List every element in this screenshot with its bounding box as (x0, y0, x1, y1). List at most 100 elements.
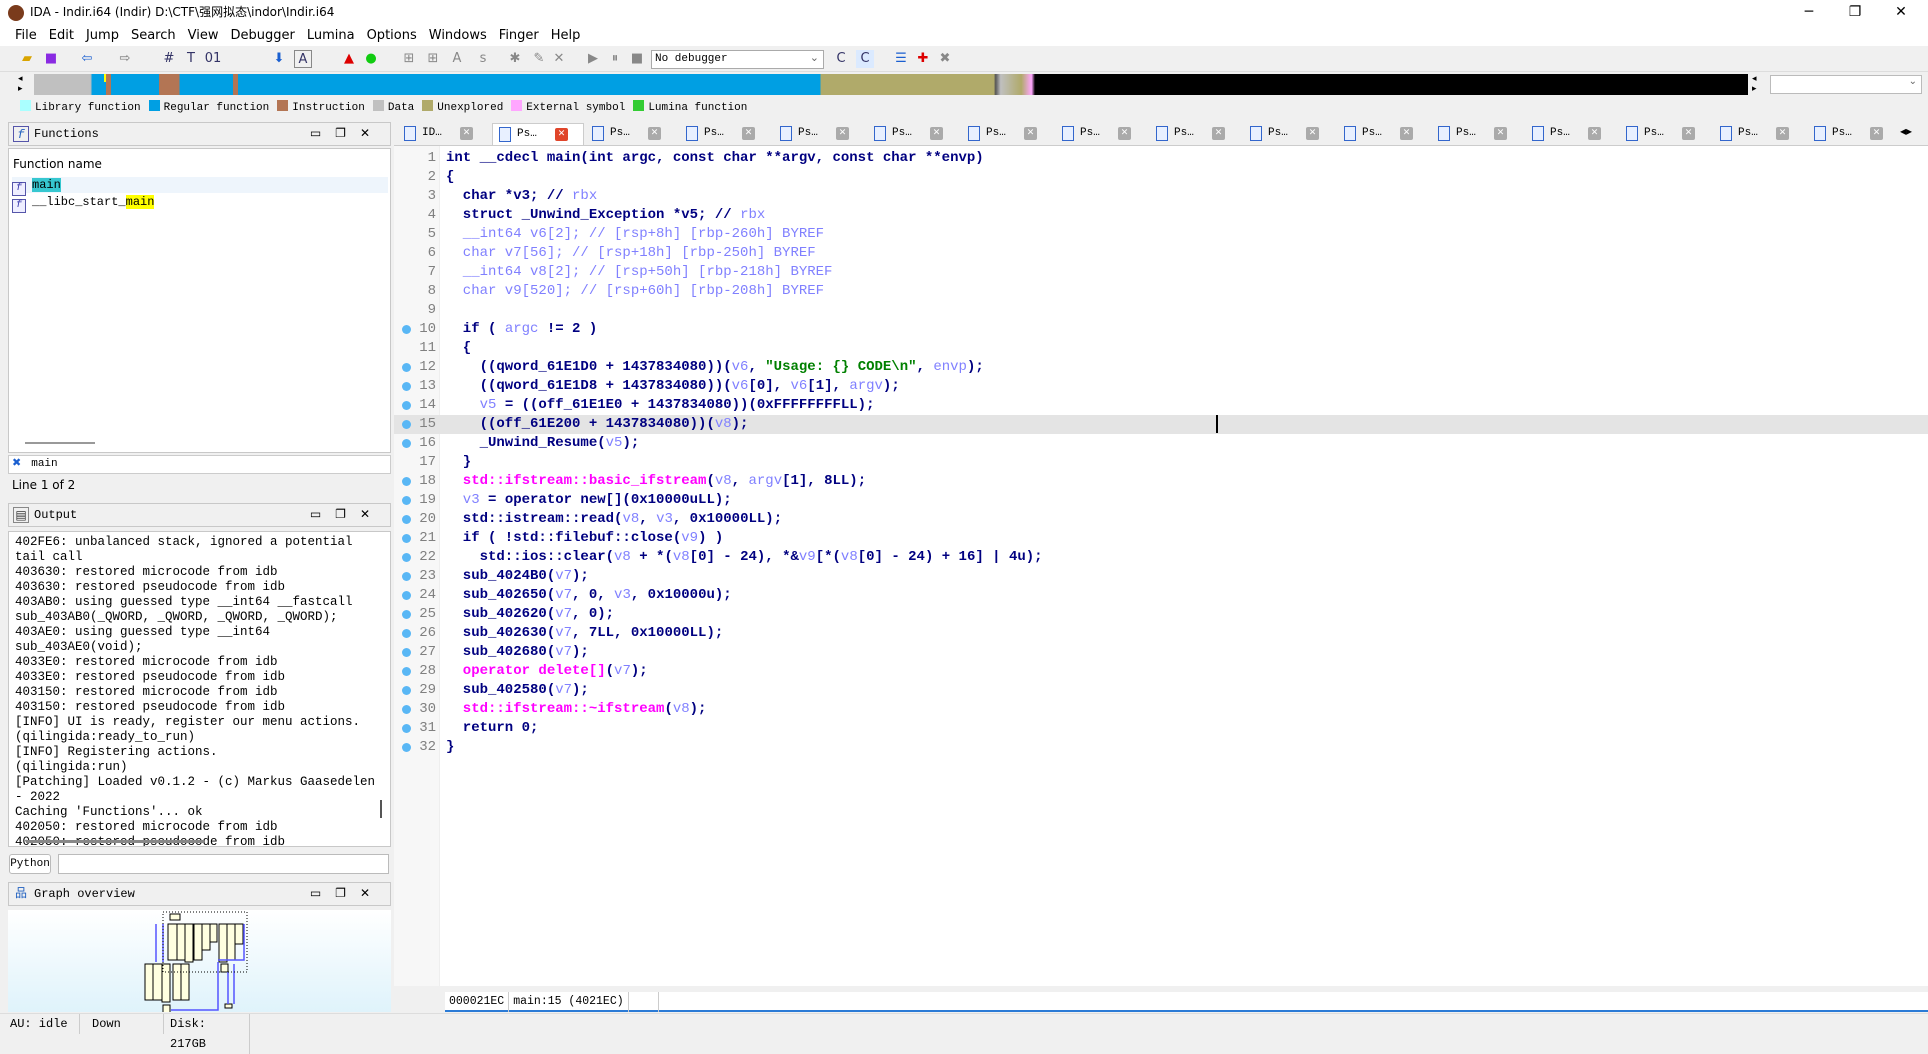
tab-pseudocode-14[interactable]: Ps… ✕ (1714, 123, 1806, 145)
tab-close-icon[interactable]: ✕ (1870, 127, 1883, 140)
code-line[interactable]: 21 if ( !std::filebuf::close(v9) ) (394, 529, 1928, 548)
menu-jump[interactable]: Jump (80, 27, 125, 45)
start-debug-icon[interactable]: ▶ (584, 50, 602, 68)
code-line[interactable]: 20 std::istream::read(v8, v3, 0x10000LL)… (394, 510, 1928, 529)
open-icon[interactable]: ▰ (18, 50, 36, 68)
back-icon[interactable]: ⇦ (78, 50, 96, 68)
code-line[interactable]: 27 sub_402680(v7); (394, 643, 1928, 662)
code-line[interactable]: 13 ((qword_61E1D8 + 1437834080))(v6[0], … (394, 377, 1928, 396)
binary-view-icon[interactable]: 01 (204, 50, 222, 68)
tab-pseudocode-3[interactable]: Ps… ✕ (680, 123, 772, 145)
tab-pseudocode-4[interactable]: Ps… ✕ (774, 123, 866, 145)
output-window[interactable]: 402FE6: unbalanced stack, ignored a pote… (8, 531, 391, 847)
undefine-icon[interactable]: ✱ (506, 50, 524, 68)
jump-down-icon[interactable]: ⬇ (270, 50, 288, 68)
float-panel-icon[interactable]: ❐ (335, 508, 360, 522)
breakpoint-remove-icon[interactable]: ✖ (936, 50, 954, 68)
column-header-function-name[interactable]: Function name (13, 157, 102, 171)
tab-pseudocode-2[interactable]: Ps… ✕ (586, 123, 678, 145)
edit-icon[interactable]: ✎ (530, 50, 548, 68)
nav-scroll-left[interactable]: ◂ ▸ (18, 74, 30, 95)
code-line[interactable]: 5 __int64 v6[2]; // [rsp+8h] [rbp-260h] … (394, 225, 1928, 244)
maximize-panel-icon[interactable]: ▭ (310, 887, 335, 901)
code-line[interactable]: 24 sub_402650(v7, 0, v3, 0x10000u); (394, 586, 1928, 605)
tab-pseudocode-8[interactable]: Ps… ✕ (1150, 123, 1242, 145)
tab-pseudocode-7[interactable]: Ps… ✕ (1056, 123, 1148, 145)
menu-search[interactable]: Search (125, 27, 182, 45)
tab-close-icon[interactable]: ✕ (1024, 127, 1037, 140)
close-panel-icon[interactable]: ✕ (360, 508, 384, 522)
save-icon[interactable]: ■ (42, 50, 60, 68)
delete-icon[interactable]: ✕ (550, 50, 568, 68)
code-line[interactable]: 7 __int64 v8[2]; // [rsp+50h] [rbp-218h]… (394, 263, 1928, 282)
menu-edit[interactable]: Edit (43, 27, 80, 45)
function-row[interactable]: f main (12, 177, 388, 196)
tab-pseudocode-11[interactable]: Ps… ✕ (1432, 123, 1524, 145)
code-line[interactable]: 16 _Unwind_Resume(v5); (394, 434, 1928, 453)
nav-scroll-right[interactable]: ◂ ▸ (1752, 74, 1764, 95)
menu-lumina[interactable]: Lumina (301, 27, 361, 45)
code-line[interactable]: 22 std::ios::clear(v8 + *(v8[0] - 24), *… (394, 548, 1928, 567)
pseudocode-view[interactable]: 1 int __cdecl main(int argc, const char *… (394, 146, 1928, 986)
tab-close-icon[interactable]: ✕ (1682, 127, 1695, 140)
forward-icon[interactable]: ⇨ (116, 50, 134, 68)
breakpoint-add-icon[interactable]: ✚ (914, 50, 932, 68)
decompile-icon[interactable]: C (856, 50, 874, 68)
string-icon[interactable]: A (448, 50, 466, 68)
tab-scroll-arrows[interactable]: ◂▸ (1900, 124, 1912, 138)
tab-close-icon[interactable]: ✕ (648, 127, 661, 140)
code-line[interactable]: 15 ((off_61E200 + 1437834080))(v8); (394, 415, 1928, 434)
tab-close-icon[interactable]: ✕ (1306, 127, 1319, 140)
tab-pseudocode-15[interactable]: Ps… ✕ (1808, 123, 1900, 145)
python-cli-input[interactable] (58, 854, 389, 874)
python-cli-button[interactable]: Python (9, 854, 51, 874)
tab-pseudocode-12[interactable]: Ps… ✕ (1526, 123, 1618, 145)
clear-filter-icon[interactable]: ✖ (12, 458, 21, 470)
menu-debugger[interactable]: Debugger (224, 27, 300, 45)
pseudocode-icon[interactable]: C (832, 50, 850, 68)
close-button[interactable]: ✕ (1878, 0, 1924, 24)
tab-pseudocode-10[interactable]: Ps… ✕ (1338, 123, 1430, 145)
code-line[interactable]: 12 ((qword_61E1D0 + 1437834080))(v6, "Us… (394, 358, 1928, 377)
code-line[interactable]: 6 char v7[56]; // [rsp+18h] [rbp-250h] B… (394, 244, 1928, 263)
float-panel-icon[interactable]: ❐ (335, 887, 360, 901)
float-panel-icon[interactable]: ❐ (335, 127, 360, 141)
tab-pseudocode-5[interactable]: Ps… ✕ (868, 123, 960, 145)
tab-close-icon[interactable]: ✕ (1776, 127, 1789, 140)
code-line[interactable]: 25 sub_402620(v7, 0); (394, 605, 1928, 624)
menu-view[interactable]: View (182, 27, 225, 45)
hex-view-icon[interactable]: # (160, 50, 178, 68)
tab-pseudocode-9[interactable]: Ps… ✕ (1244, 123, 1336, 145)
navigation-band[interactable] (34, 74, 1748, 95)
code-line[interactable]: 28 operator delete[](v7); (394, 662, 1928, 681)
tab-close-icon[interactable]: ✕ (1212, 127, 1225, 140)
font-icon[interactable]: A (294, 50, 312, 68)
menu-options[interactable]: Options (361, 27, 423, 45)
close-panel-icon[interactable]: ✕ (360, 127, 384, 141)
functions-hscrollbar[interactable] (25, 442, 95, 444)
tab-pseudocode-1[interactable]: Ps… ✕ (492, 123, 584, 145)
code-line[interactable]: 1 int __cdecl main(int argc, const char *… (394, 149, 1928, 168)
code-line[interactable]: 32} (394, 738, 1928, 757)
code-line[interactable]: 19 v3 = operator new[](0x10000uLL); (394, 491, 1928, 510)
list-icon[interactable]: ☰ (892, 50, 910, 68)
menu-finger[interactable]: Finger (493, 27, 545, 45)
minimize-button[interactable]: ─ (1786, 0, 1832, 24)
function-row[interactable]: f __libc_start_main (12, 194, 388, 213)
tab-close-icon[interactable]: ✕ (742, 127, 755, 140)
output-vscrollbar[interactable] (380, 800, 382, 818)
code-line[interactable]: 14 v5 = ((off_61E1E0 + 1437834080))(0xFF… (394, 396, 1928, 415)
menu-file[interactable]: File (9, 27, 43, 45)
code-line[interactable]: 9 (394, 301, 1928, 320)
code-line[interactable]: 30 std::ifstream::~ifstream(v8); (394, 700, 1928, 719)
tab-close-icon[interactable]: ✕ (1494, 127, 1507, 140)
code-line[interactable]: 23 sub_4024B0(v7); (394, 567, 1928, 586)
analysis-icon[interactable]: ▲ (340, 50, 358, 68)
tab-close-icon[interactable]: ✕ (930, 127, 943, 140)
menu-windows[interactable]: Windows (423, 27, 493, 45)
tab-pseudocode-6[interactable]: Ps… ✕ (962, 123, 1054, 145)
code-line[interactable]: 26 sub_402630(v7, 7LL, 0x10000LL); (394, 624, 1928, 643)
close-panel-icon[interactable]: ✕ (360, 887, 384, 901)
code-line[interactable]: 3 char *v3; // rbx (394, 187, 1928, 206)
tab-close-icon[interactable]: ✕ (460, 127, 473, 140)
